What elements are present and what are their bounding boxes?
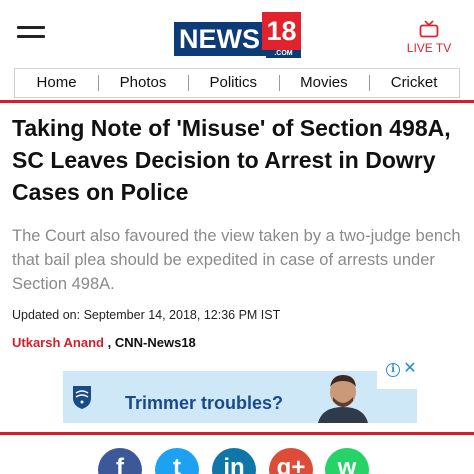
- nav-item-home[interactable]: Home: [15, 69, 98, 97]
- updated-value: September 14, 2018, 12:36 PM IST: [83, 308, 281, 322]
- byline: Utkarsh Anand , CNN-News18: [12, 335, 196, 350]
- facebook-share-button[interactable]: f: [98, 448, 142, 474]
- twitter-icon: t: [173, 454, 181, 474]
- logo-number: 18: [262, 12, 301, 50]
- twitter-share-button[interactable]: t: [155, 448, 199, 474]
- tv-icon: [419, 20, 439, 38]
- live-tv-label: LIVE TV: [406, 41, 452, 55]
- share-bar: f t in g+ w: [0, 442, 474, 474]
- linkedin-share-button[interactable]: in: [212, 448, 256, 474]
- author-link[interactable]: Utkarsh Anand: [12, 335, 104, 350]
- byline-separator: ,: [107, 335, 112, 350]
- logo-word: NEWS: [174, 22, 266, 56]
- news18-logo[interactable]: NEWS 18 .COM: [174, 12, 301, 58]
- live-tv-button[interactable]: LIVE TV: [404, 20, 454, 60]
- article-summary: The Court also favoured the view taken b…: [12, 227, 461, 293]
- google-plus-share-button[interactable]: g+: [269, 448, 313, 474]
- section-nav: Home Photos Politics Movies Cricket: [14, 68, 460, 98]
- google-plus-icon: g+: [276, 454, 306, 474]
- logo-suffix: .COM: [266, 50, 301, 58]
- nav-item-photos[interactable]: Photos: [98, 69, 188, 97]
- whatsapp-share-button[interactable]: w: [325, 448, 369, 474]
- divider-bottom: [0, 432, 474, 435]
- nav-item-movies[interactable]: Movies: [278, 69, 370, 97]
- divider-top: [0, 100, 474, 103]
- byline-source: CNN-News18: [114, 335, 196, 350]
- ad-person-image: [318, 375, 368, 423]
- ad-close-icon[interactable]: ✕: [402, 361, 418, 377]
- article-headline: Taking Note of 'Misuse' of Section 498A,…: [12, 115, 451, 205]
- nav-item-politics[interactable]: Politics: [187, 69, 279, 97]
- ad-text: Trimmer troubles?: [125, 393, 284, 413]
- top-bar: NEWS 18 .COM LIVE TV: [0, 0, 474, 68]
- philips-shield-icon: [73, 386, 91, 409]
- ad-banner[interactable]: Trimmer troubles?: [63, 371, 417, 423]
- ad-info-icon[interactable]: i: [386, 363, 400, 377]
- nav-item-cricket[interactable]: Cricket: [369, 69, 459, 97]
- hamburger-menu-icon[interactable]: [17, 24, 45, 42]
- updated-timestamp: Updated on: September 14, 2018, 12:36 PM…: [12, 308, 280, 322]
- whatsapp-icon: w: [337, 454, 357, 474]
- linkedin-icon: in: [223, 454, 245, 474]
- updated-label: Updated on:: [12, 308, 81, 322]
- facebook-icon: f: [116, 454, 124, 474]
